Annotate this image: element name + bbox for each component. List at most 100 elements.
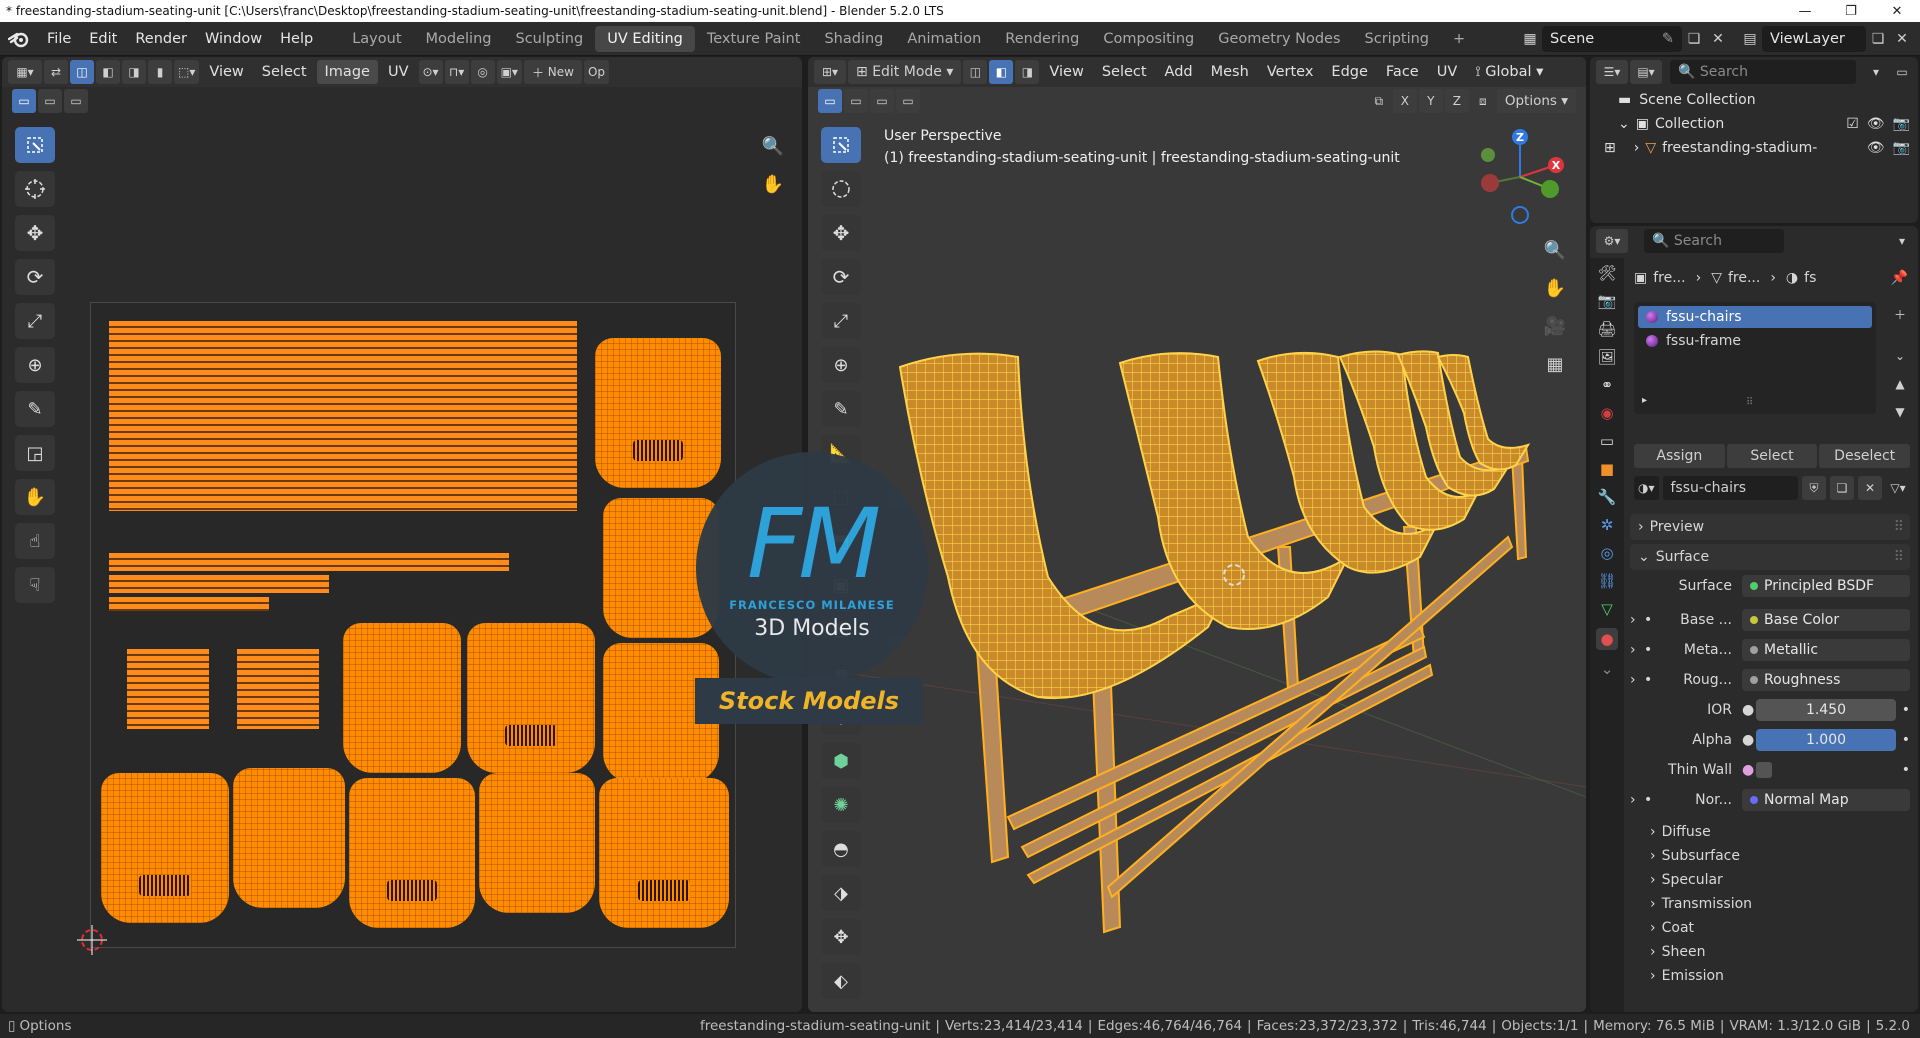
sync-selection-icon[interactable]: ⇄ (44, 60, 68, 84)
uv-menu-view[interactable]: View (201, 60, 251, 84)
pin-icon[interactable]: 📌 (1891, 270, 1908, 286)
menu-edit[interactable]: Edit (80, 26, 126, 52)
drag-handle-icon[interactable]: ⠿ (1894, 519, 1904, 535)
move-slot-down-icon[interactable]: ▼ (1888, 400, 1912, 424)
scene-field[interactable]: Scene ✎ (1542, 25, 1682, 52)
minimize-button[interactable]: — (1782, 4, 1828, 19)
outliner-row-object[interactable]: ⊞ › ▽ freestanding-stadium- 👁 📷 (1590, 136, 1918, 160)
workspace-tab-shading[interactable]: Shading (812, 26, 895, 52)
fake-user-icon[interactable]: ⛨ (1802, 476, 1826, 500)
slot-menu-icon[interactable]: ⌄ (1888, 344, 1912, 368)
data-tab-icon[interactable]: ▽ (1601, 600, 1613, 618)
uv-menu-uv[interactable]: UV (380, 60, 417, 84)
menu-help[interactable]: Help (271, 26, 322, 52)
pan-icon[interactable]: ✋ (756, 167, 790, 201)
link-type-icon[interactable]: ▽▾ (1886, 476, 1910, 500)
rotate-tool-icon[interactable]: ⟳ (15, 259, 55, 295)
island-select-icon[interactable]: ▮ (148, 60, 172, 84)
thin-wall-checkbox[interactable] (1756, 762, 1772, 778)
expand-arrow-icon[interactable]: › (1630, 642, 1644, 658)
expand-arrow-icon[interactable]: › (1630, 792, 1644, 808)
face-select-icon[interactable]: ◨ (122, 60, 146, 84)
3d-viewport[interactable]: ⊞▾ ⊞ Edit Mode ▾ ◫ ◧ ◨ View Select Add M… (808, 57, 1586, 1012)
constraints-tab-icon[interactable]: ⛓ (1597, 572, 1616, 590)
workspace-tab-compositing[interactable]: Compositing (1091, 26, 1206, 52)
render-tab-icon[interactable]: 📷 (1598, 292, 1617, 310)
material-name-field[interactable]: fssu-chairs (1662, 476, 1798, 500)
pinch-tool-icon[interactable]: ☟ (15, 567, 55, 603)
workspace-tab-uv-editing[interactable]: UV Editing (595, 25, 695, 52)
uv-menu-image[interactable]: Image (316, 60, 378, 84)
view-layer-icon[interactable]: ▤ (1738, 27, 1762, 51)
relax-tool-icon[interactable]: ☝ (15, 523, 55, 559)
transform-tool-icon[interactable]: ⊕ (15, 347, 55, 383)
modifier-tab-icon[interactable]: 🔧 (1598, 488, 1617, 506)
display-mode-icon[interactable]: ▤▾ (1630, 60, 1662, 84)
2d-cursor-icon[interactable] (77, 925, 107, 959)
object-tab-icon[interactable]: ■ (1600, 460, 1614, 478)
subpanel-coat[interactable]: › Coat (1650, 916, 1694, 940)
properties-options-icon[interactable]: ▾ (1890, 229, 1914, 253)
normal-field[interactable]: Normal Map (1742, 789, 1910, 811)
list-expand-icon[interactable]: ▸ (1642, 395, 1647, 406)
rip-tool-icon[interactable]: ◲ (15, 435, 55, 471)
new-scene-icon[interactable]: ❏ (1682, 27, 1706, 51)
output-tab-icon[interactable]: 🖨 (1597, 320, 1616, 338)
visibility-eye-icon[interactable]: 👁 (1867, 116, 1885, 132)
duplicate-material-icon[interactable]: ❏ (1830, 476, 1854, 500)
menu-window[interactable]: Window (196, 26, 271, 52)
selection-mode-extend-icon[interactable]: ▭ (38, 89, 62, 113)
material-slot[interactable]: fssu-frame (1638, 330, 1872, 352)
workspace-tab-geometry-nodes[interactable]: Geometry Nodes (1206, 26, 1352, 52)
preview-panel-header[interactable]: › Preview ⠿ (1630, 514, 1910, 540)
deselect-button[interactable]: Deselect (1819, 444, 1911, 468)
close-button[interactable]: ✕ (1874, 4, 1920, 19)
physics-tab-icon[interactable]: ◎ (1600, 544, 1613, 562)
sticky-select-icon[interactable]: ⬚▾ (174, 60, 200, 84)
snap-icon[interactable]: ⊓▾ (444, 60, 469, 84)
workspace-tab-animation[interactable]: Animation (895, 26, 993, 52)
material-browse-icon[interactable]: ◑▾ (1634, 476, 1659, 500)
annotate-tool-icon[interactable]: ✎ (15, 391, 55, 427)
expand-arrow-icon[interactable]: ⌄ (1618, 116, 1630, 132)
subpanel-emission[interactable]: › Emission (1650, 964, 1724, 988)
expand-arrow-icon[interactable]: › (1630, 612, 1644, 628)
outliner-editor-type-icon[interactable]: ☰▾ (1596, 60, 1628, 84)
outliner-row-scene-collection[interactable]: ▬ Scene Collection (1590, 88, 1918, 112)
selection-mode-subtract-icon[interactable]: ▭ (64, 89, 88, 113)
workspace-tab-rendering[interactable]: Rendering (993, 26, 1091, 52)
select-box-tool-icon[interactable] (15, 127, 55, 163)
maximize-button[interactable]: ❐ (1828, 4, 1874, 19)
keyframe-dot-icon[interactable]: • (1896, 732, 1910, 748)
image-browse-icon[interactable]: ▣▾ (496, 60, 522, 84)
proportional-edit-icon[interactable]: ◎ (470, 60, 495, 84)
zoom-icon[interactable]: 🔍 (756, 129, 790, 163)
expand-arrow-icon[interactable]: › (1630, 672, 1644, 688)
subpanel-transmission[interactable]: › Transmission (1650, 892, 1752, 916)
delete-scene-icon[interactable]: ✕ (1706, 27, 1730, 51)
subpanel-sheen[interactable]: › Sheen (1650, 940, 1705, 964)
list-resize-handle-icon[interactable]: ⠿ (1746, 397, 1753, 408)
uv-menu-select[interactable]: Select (254, 60, 315, 84)
drag-handle-icon[interactable]: ⠿ (1894, 549, 1904, 565)
selection-mode-set-icon[interactable]: ▭ (12, 89, 36, 113)
properties-editor-type-icon[interactable]: ⚙▾ (1596, 229, 1628, 253)
move-slot-up-icon[interactable]: ▲ (1888, 372, 1912, 396)
mesh-wireframe[interactable] (808, 57, 1586, 1012)
metallic-field[interactable]: Metallic (1742, 639, 1910, 661)
move-tool-icon[interactable]: ✥ (15, 215, 55, 251)
exclude-checkbox[interactable]: ☑ (1846, 116, 1859, 132)
view-layer-tab-icon[interactable]: 🖼 (1597, 348, 1616, 366)
delete-view-layer-icon[interactable]: ✕ (1890, 27, 1914, 51)
particles-tab-icon[interactable]: ✲ (1601, 516, 1614, 534)
scene-tab-icon[interactable]: ⚭ (1601, 376, 1614, 394)
view-layer-field[interactable]: ViewLayer (1762, 25, 1866, 52)
pin-icon[interactable]: ✎ (1662, 31, 1674, 47)
render-camera-icon[interactable]: 📷 (1893, 116, 1910, 132)
unlink-material-icon[interactable]: ✕ (1858, 476, 1882, 500)
subpanel-diffuse[interactable]: › Diffuse (1650, 820, 1711, 844)
workspace-tab-sculpting[interactable]: Sculpting (503, 26, 595, 52)
vertex-select-icon[interactable]: ◫ (70, 60, 94, 84)
keyframe-dot-icon[interactable]: • (1896, 702, 1910, 718)
collection-tab-icon[interactable]: ▭ (1600, 432, 1614, 450)
